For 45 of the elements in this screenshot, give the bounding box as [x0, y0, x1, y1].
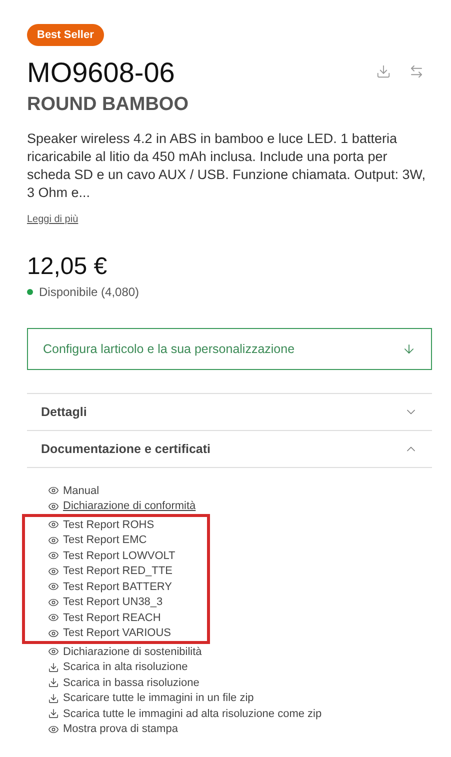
best-seller-badge: Best Seller	[27, 24, 104, 46]
accordion-header[interactable]: Documentazione e certificati	[27, 431, 432, 468]
accordion-header[interactable]: Dettagli	[27, 394, 432, 431]
eye-icon	[48, 596, 59, 608]
document-link[interactable]: Scarica tutte le immagini ad alta risoluzione come zip	[63, 706, 322, 721]
eye-icon	[48, 566, 59, 577]
document-link[interactable]: Scarica in alta risoluzione	[63, 660, 188, 674]
eye-icon	[48, 500, 59, 512]
document-link[interactable]: Manual	[63, 484, 100, 498]
eye-icon	[48, 485, 59, 496]
document-link[interactable]: Test Report BATTERY	[63, 580, 172, 594]
eye-icon	[48, 550, 59, 562]
eye-icon	[48, 724, 59, 735]
price: 12,05 €	[27, 252, 108, 282]
document-link[interactable]: Mostra prova di stampa	[63, 722, 178, 736]
product-name: ROUND BAMBOO	[27, 93, 190, 117]
document-link[interactable]: Dichiarazione di sostenibilità	[63, 644, 202, 659]
document-link[interactable]: Test Report RED_TTE	[63, 564, 172, 578]
product-description: Speaker wireless 4.2 in ABS in bamboo e luce LED. 1 batteria ricaricabile al litio da 450 mAh inclusa. Include una porta per scheda SD e un cavo AUX / USB. Funzione chiamata. Output: 3W, 3 Ohm e...	[27, 130, 426, 202]
document-link[interactable]: Test Report UN38_3	[63, 595, 163, 610]
document-link[interactable]: Test Report VARIOUS	[63, 626, 171, 640]
eye-icon	[48, 519, 59, 530]
document-link[interactable]: Test Report ROHS	[63, 518, 154, 532]
product-code: MO9608-06	[27, 56, 175, 90]
document-link[interactable]: Test Report REACH	[63, 610, 161, 625]
download-icon	[48, 677, 59, 688]
document-link[interactable]: Dichiarazione di conformità	[63, 499, 196, 514]
download-icon	[48, 662, 59, 673]
configure-button[interactable]: Configura larticolo e la sua personalizzazione	[27, 328, 432, 370]
download-icon	[48, 692, 59, 704]
compare-icon[interactable]	[409, 64, 424, 79]
eye-icon	[48, 534, 59, 546]
eye-icon	[48, 646, 59, 658]
document-link[interactable]: Scaricare tutte le immagini in un file zip	[63, 691, 254, 706]
eye-icon	[48, 612, 59, 624]
download-icon[interactable]	[376, 64, 391, 79]
read-more-link[interactable]: Leggi di più	[27, 212, 78, 227]
download-icon	[48, 708, 59, 720]
eye-icon	[48, 581, 59, 592]
document-link[interactable]: Test Report EMC	[63, 533, 147, 548]
availability-text: Disponibile (4,080)	[39, 284, 140, 301]
eye-icon	[48, 628, 59, 639]
document-link[interactable]: Scarica in bassa risoluzione	[63, 676, 200, 690]
document-link[interactable]: Test Report LOWVOLT	[63, 548, 176, 563]
arrow-down-icon	[402, 342, 416, 356]
